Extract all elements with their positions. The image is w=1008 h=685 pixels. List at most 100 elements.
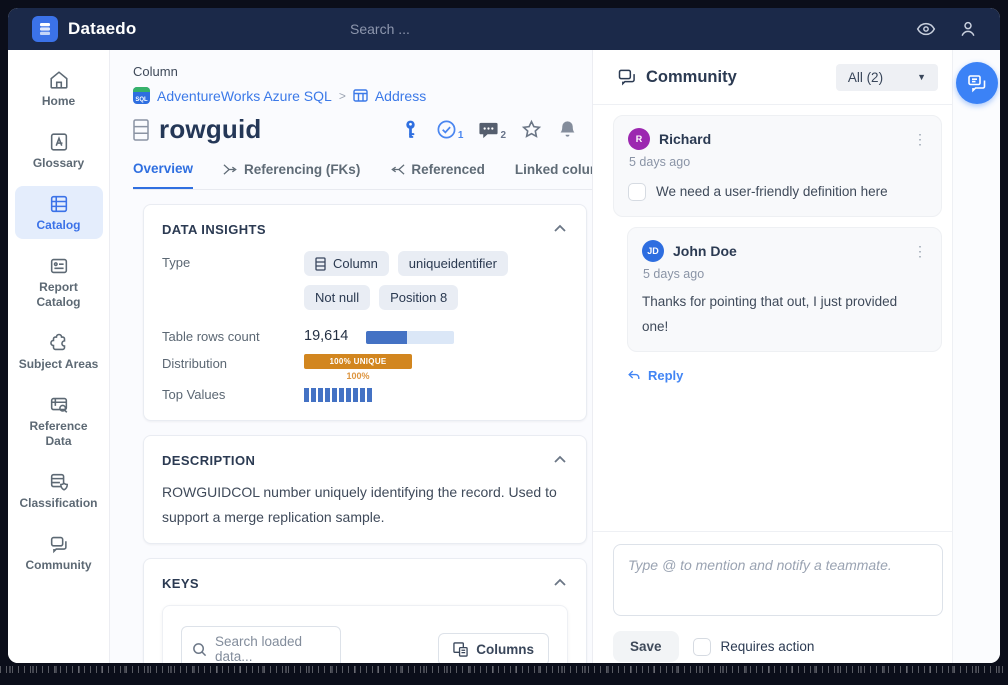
sidebar-item-home[interactable]: Home bbox=[15, 62, 103, 115]
sidebar-item-glossary[interactable]: Glossary bbox=[15, 124, 103, 177]
description-panel: DESCRIPTION ROWGUIDCOL number uniquely i… bbox=[143, 435, 587, 544]
home-icon bbox=[48, 69, 70, 91]
comment-card-reply: JD John Doe ⋮ 5 days ago Thanks for poin… bbox=[627, 227, 942, 352]
sidebar-label: Reference Data bbox=[29, 419, 87, 448]
chip-label: Not null bbox=[315, 290, 359, 305]
search-icon bbox=[192, 642, 207, 657]
chat-icon bbox=[967, 73, 987, 93]
comment-text: Thanks for pointing that out, I just pro… bbox=[642, 290, 927, 339]
rows-count-label: Table rows count bbox=[162, 329, 304, 344]
glossary-icon bbox=[48, 131, 70, 153]
collapse-chevron-icon[interactable] bbox=[552, 452, 568, 468]
primary-key-icon bbox=[400, 119, 421, 140]
database-icon bbox=[37, 21, 53, 37]
keys-search-input[interactable]: Search loaded data... bbox=[181, 626, 341, 663]
collapse-chevron-icon[interactable] bbox=[552, 575, 568, 591]
distribution-unique-bar: 100% UNIQUE bbox=[304, 354, 412, 369]
avatar: R bbox=[628, 128, 650, 150]
reply-button[interactable]: Reply bbox=[627, 368, 942, 383]
sidebar-item-reference-data[interactable]: Reference Data bbox=[15, 387, 103, 455]
main-content: Column SQL AdventureWorks Azure SQL > Ad… bbox=[110, 50, 593, 663]
requires-action-label: Requires action bbox=[693, 638, 815, 656]
approvals-count-badge: 1 bbox=[458, 130, 464, 141]
requires-action-checkbox[interactable] bbox=[693, 638, 711, 656]
distribution-caption: 100% bbox=[304, 371, 412, 381]
chip-nullability: Not null bbox=[304, 285, 370, 310]
bottom-clipped-strip bbox=[0, 663, 1008, 685]
sidebar-label: Report Catalog bbox=[36, 280, 80, 309]
collapse-chevron-icon[interactable] bbox=[552, 221, 568, 237]
avatar: JD bbox=[642, 240, 664, 262]
tab-label: Referencing (FKs) bbox=[244, 162, 360, 177]
column-icon bbox=[133, 119, 149, 141]
tab-label: Linked columns - I bbox=[515, 162, 592, 177]
keys-panel: KEYS Search loaded data... Columns bbox=[143, 558, 587, 663]
keys-table-container: Search loaded data... Columns NAME ▲▼ bbox=[162, 605, 568, 663]
data-insights-panel: DATA INSIGHTS Type Column uniqueidentifi… bbox=[143, 204, 587, 421]
rows-count-bar bbox=[366, 331, 454, 344]
sidebar-label: Catalog bbox=[36, 218, 80, 232]
subject-areas-icon bbox=[48, 332, 70, 354]
keys-title: KEYS bbox=[162, 576, 199, 591]
global-search-input[interactable]: Search ... bbox=[350, 8, 610, 50]
comment-input[interactable] bbox=[613, 544, 943, 616]
catalog-icon bbox=[48, 193, 70, 215]
reply-arrow-icon bbox=[627, 368, 641, 382]
community-icon bbox=[48, 533, 70, 555]
referencing-arrow-icon bbox=[223, 162, 238, 177]
chip-label: uniqueidentifier bbox=[409, 256, 497, 271]
save-button[interactable]: Save bbox=[613, 631, 679, 662]
comments-list: R Richard ⋮ 5 days ago We need a user-fr… bbox=[593, 105, 952, 531]
chip-datatype: uniqueidentifier bbox=[398, 251, 508, 276]
comments-icon[interactable]: 2 bbox=[478, 119, 506, 141]
eye-icon[interactable] bbox=[916, 19, 936, 39]
comment-author: John Doe bbox=[673, 243, 737, 259]
comment-task-checkbox[interactable] bbox=[628, 183, 646, 201]
chip-position: Position 8 bbox=[379, 285, 458, 310]
sidebar-item-subject-areas[interactable]: Subject Areas bbox=[15, 325, 103, 378]
community-fab-button[interactable] bbox=[956, 62, 998, 104]
comment-menu-icon[interactable]: ⋮ bbox=[913, 244, 927, 258]
top-values-label: Top Values bbox=[162, 387, 304, 402]
columns-button-label: Columns bbox=[476, 642, 534, 657]
dataedo-logo-icon[interactable] bbox=[32, 16, 58, 42]
top-values-bars bbox=[304, 388, 372, 402]
sidebar-item-catalog[interactable]: Catalog bbox=[15, 186, 103, 239]
title-row: rowguid 1 2 bbox=[133, 114, 592, 145]
entity-type-label: Column bbox=[133, 64, 592, 79]
tab-referencing-fks[interactable]: Referencing (FKs) bbox=[223, 162, 360, 188]
app-window: Dataedo Search ... Home Glossary Cat bbox=[8, 8, 1000, 663]
type-label: Type bbox=[162, 251, 304, 270]
tab-label: Overview bbox=[133, 161, 193, 176]
comments-count-badge: 2 bbox=[500, 130, 506, 141]
tab-label: Referenced bbox=[411, 162, 485, 177]
sidebar-item-report-catalog[interactable]: Report Catalog bbox=[15, 248, 103, 316]
tab-referenced[interactable]: Referenced bbox=[390, 162, 485, 188]
top-navbar: Dataedo Search ... bbox=[8, 8, 1000, 50]
community-title: Community bbox=[646, 68, 737, 87]
comments-filter-dropdown[interactable]: All (2) ▼ bbox=[836, 64, 938, 91]
tab-linked-columns[interactable]: Linked columns - I bbox=[515, 162, 592, 188]
left-sidebar: Home Glossary Catalog Report Catalog Sub… bbox=[8, 50, 110, 663]
breadcrumb-table-link[interactable]: Address bbox=[375, 88, 426, 104]
reply-label: Reply bbox=[648, 368, 683, 383]
caret-down-icon: ▼ bbox=[917, 72, 926, 82]
comment-author: Richard bbox=[659, 131, 711, 147]
sidebar-item-community[interactable]: Community bbox=[15, 526, 103, 579]
column-chip-icon bbox=[315, 257, 326, 271]
bell-notifications-icon[interactable] bbox=[557, 119, 578, 140]
columns-picker-button[interactable]: Columns bbox=[438, 633, 549, 664]
star-favorite-icon[interactable] bbox=[521, 119, 542, 140]
user-profile-icon[interactable] bbox=[958, 19, 978, 39]
breadcrumb-database-link[interactable]: AdventureWorks Azure SQL bbox=[157, 88, 332, 104]
approval-status-icon[interactable]: 1 bbox=[436, 119, 464, 141]
comment-menu-icon[interactable]: ⋮ bbox=[913, 132, 927, 146]
rows-count-bar-fill bbox=[366, 331, 407, 344]
reference-data-icon bbox=[48, 394, 70, 416]
tab-overview[interactable]: Overview bbox=[133, 161, 193, 190]
rows-count-value: 19,614 bbox=[304, 328, 366, 344]
comment-composer-section: Save Requires action bbox=[593, 532, 952, 663]
breadcrumb: SQL AdventureWorks Azure SQL > Address bbox=[133, 87, 592, 104]
sidebar-item-classification[interactable]: Classification bbox=[15, 464, 103, 517]
comment-time: 5 days ago bbox=[643, 267, 927, 281]
